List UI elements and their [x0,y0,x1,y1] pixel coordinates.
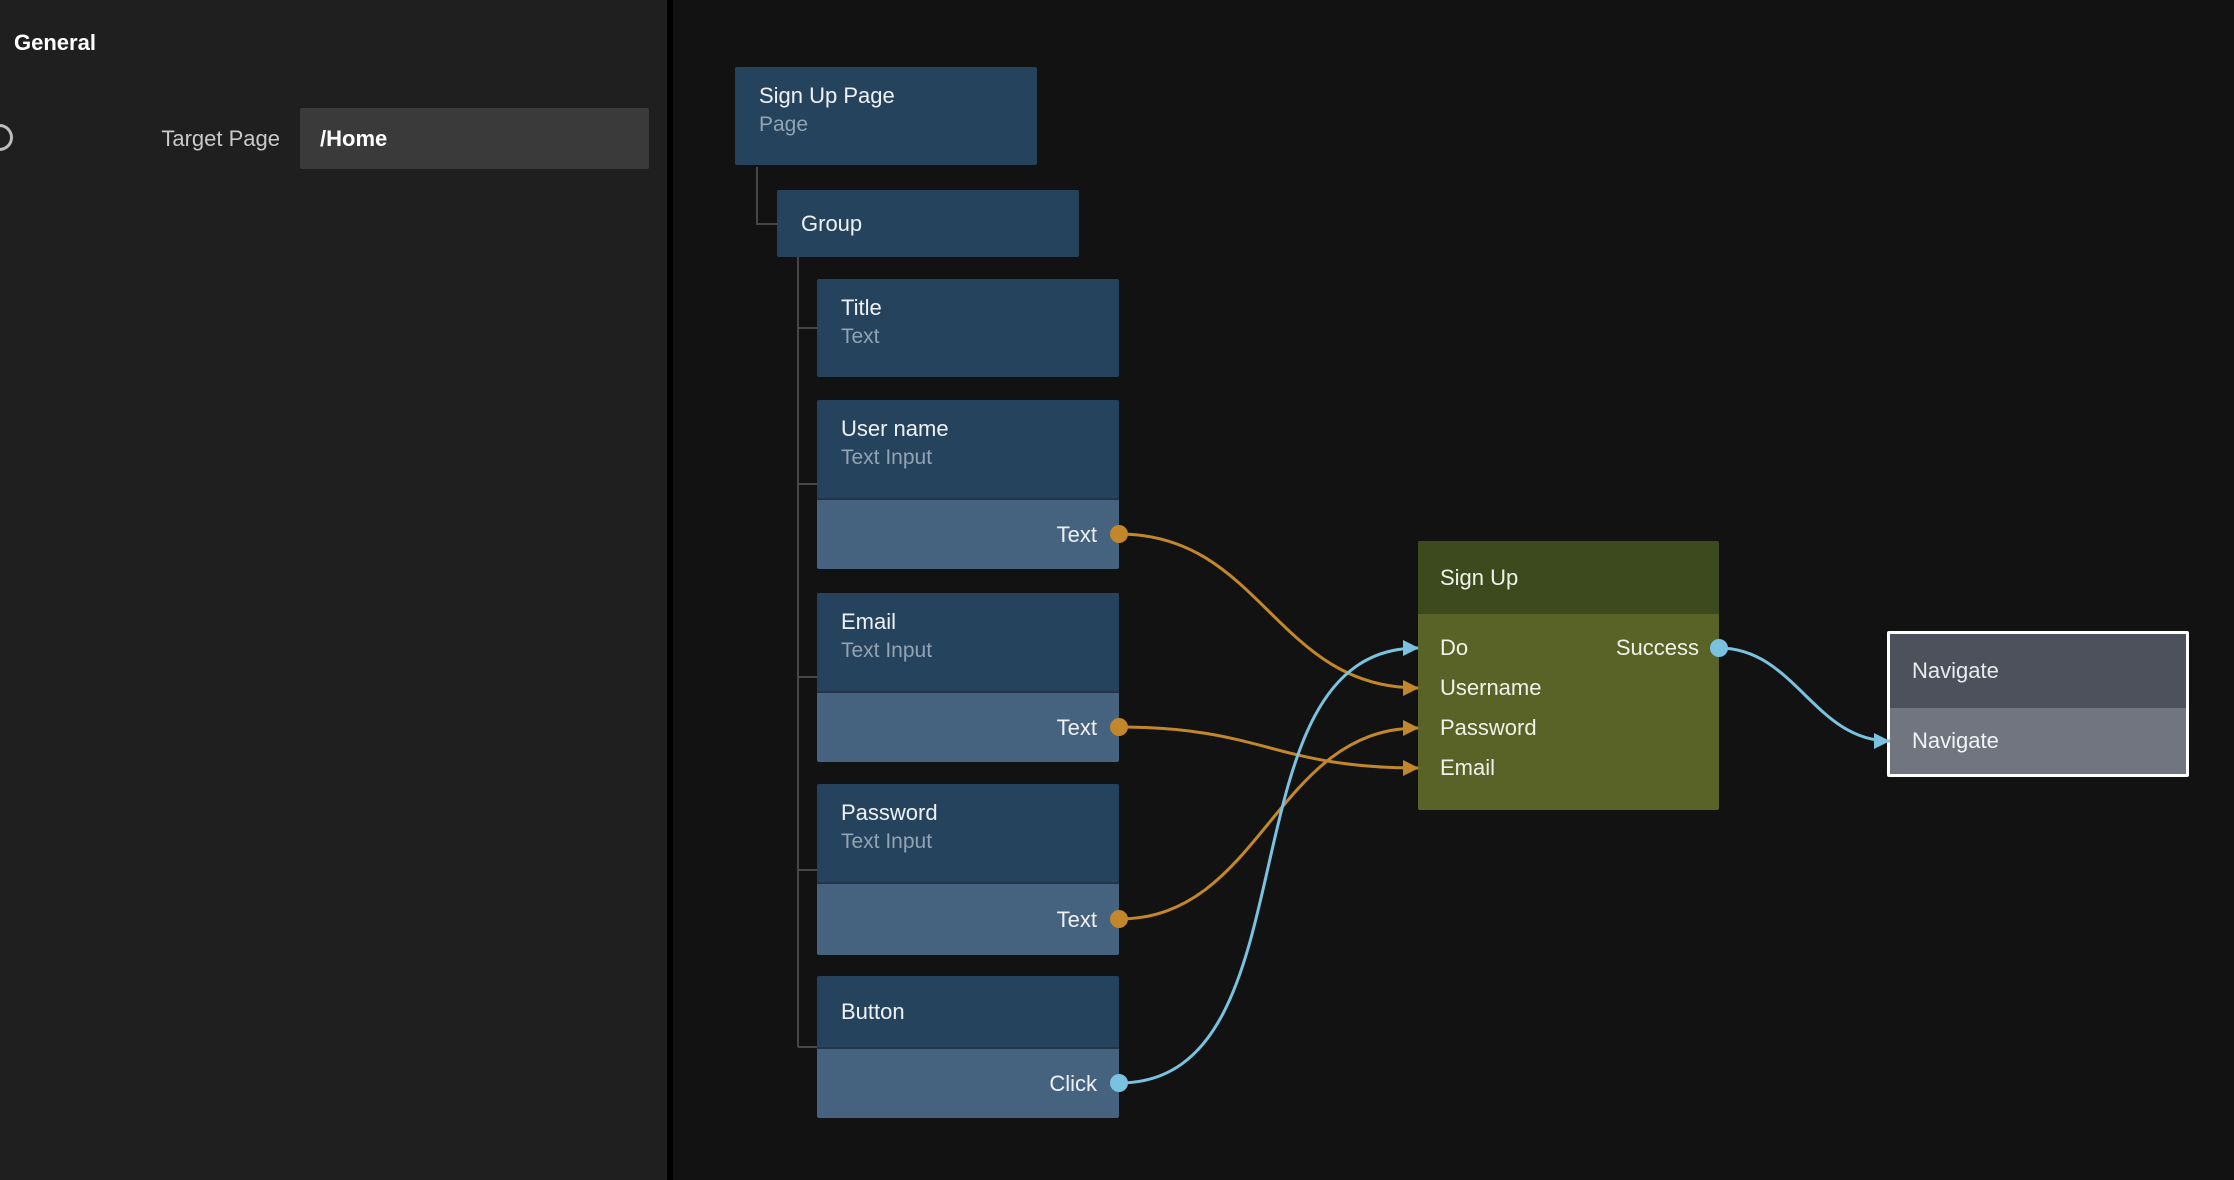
signup-username-input-port[interactable]: Username [1418,668,1719,708]
node-body: Do Success Username Password Email [1418,614,1719,810]
signup-success-output-port[interactable]: Success [1616,628,1699,668]
port-label: Click [1049,1071,1097,1097]
email-text-output-port[interactable]: Text [817,691,1119,762]
target-page-input[interactable]: /Home [300,108,649,169]
node-header: Navigate [1890,634,2186,708]
node-header: Button [817,976,1119,1047]
node-header: Password Text Input [817,784,1119,882]
node-title: Password [841,798,1095,828]
target-page-label: Target Page [60,110,280,167]
port-label: Email [1440,748,1495,788]
port-label: Text [1057,522,1097,548]
node-title: Title [841,293,1095,323]
port-label: Text [1057,715,1097,741]
node-title-text[interactable]: Title Text [817,279,1119,377]
node-user-name[interactable]: User name Text Input Text [817,400,1119,569]
port-label: Text [1057,907,1097,933]
node-sign-up-action[interactable]: Sign Up Do Success Username Password Ema… [1418,541,1719,810]
password-text-output-port[interactable]: Text [817,882,1119,955]
node-button[interactable]: Button Click [817,976,1119,1118]
port-label: Username [1440,668,1541,708]
radio-circle-icon[interactable] [0,124,13,151]
node-header: Sign Up [1418,541,1719,614]
node-title: Group [801,209,862,239]
node-title: Button [841,997,905,1027]
node-sign-up-page[interactable]: Sign Up Page Page [735,67,1037,165]
signup-do-input-port[interactable]: Do Success [1418,628,1719,668]
node-subtitle: Text [841,323,1095,351]
flow-editor: General Target Page /Home Sign Up Page P… [0,0,2234,1180]
node-title: User name [841,414,1095,444]
node-email[interactable]: Email Text Input Text [817,593,1119,762]
node-header: Title Text [817,279,1119,377]
node-header: Sign Up Page Page [735,67,1037,165]
node-group[interactable]: Group [777,190,1079,257]
signup-email-input-port[interactable]: Email [1418,748,1719,788]
node-subtitle: Page [759,111,1013,139]
port-label: Navigate [1912,728,1999,754]
port-label: Password [1440,708,1537,748]
node-header: User name Text Input [817,400,1119,498]
panel-title: General [14,30,96,56]
navigate-input-port[interactable]: Navigate [1890,708,2186,774]
node-header: Email Text Input [817,593,1119,691]
target-page-value: /Home [320,126,387,152]
button-click-output-port[interactable]: Click [817,1047,1119,1118]
node-title: Email [841,607,1095,637]
username-text-output-port[interactable]: Text [817,498,1119,569]
node-subtitle: Text Input [841,637,1095,665]
port-label: Do [1440,628,1468,668]
panel-divider [667,0,673,1180]
node-title: Navigate [1912,658,1999,684]
node-subtitle: Text Input [841,444,1095,472]
signup-password-input-port[interactable]: Password [1418,708,1719,748]
node-password[interactable]: Password Text Input Text [817,784,1119,955]
node-subtitle: Text Input [841,828,1095,856]
node-title: Sign Up [1440,565,1518,591]
node-title: Sign Up Page [759,81,1013,111]
node-navigate[interactable]: Navigate Navigate [1887,631,2189,777]
properties-panel: General Target Page /Home [0,0,667,1180]
node-header: Group [777,190,1079,257]
